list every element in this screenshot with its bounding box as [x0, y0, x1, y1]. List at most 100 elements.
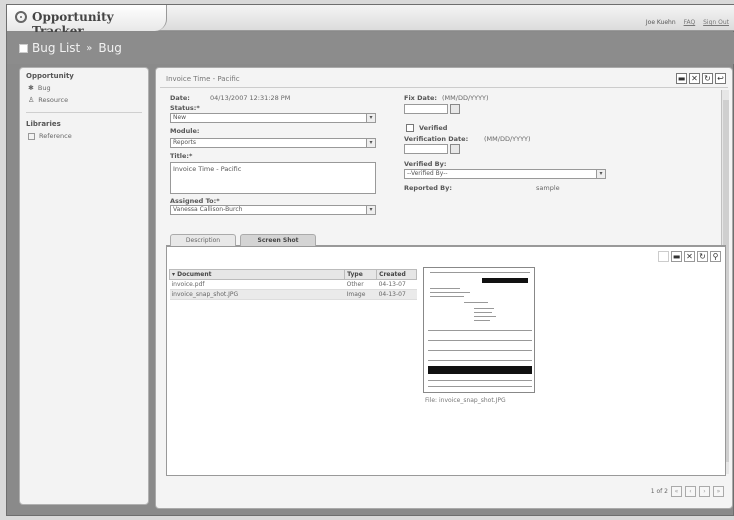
document-type: Image	[344, 289, 377, 300]
sidebar-item-label: Bug	[37, 84, 51, 92]
preview-line	[430, 296, 464, 297]
table-row[interactable]: invoice.pdf Other 04-13-07	[169, 279, 417, 290]
verification-date-hint: (MM/DD/YYYY)	[484, 135, 531, 143]
breadcrumb-separator: »	[86, 42, 93, 54]
detail-tabs: Description Screen Shot	[166, 232, 726, 246]
attachment-toolbar: ▬ ✕ ↻ ⚲	[658, 251, 721, 262]
app-title-tab: Opportunity Tracker	[7, 5, 167, 38]
preview-bar	[482, 278, 512, 283]
sidebar-item-reference[interactable]: Reference	[20, 130, 148, 142]
verification-date-input[interactable]	[404, 144, 448, 154]
date-label: Date:	[170, 94, 190, 102]
sidebar-section-libraries: Libraries	[26, 120, 61, 128]
preview-line	[474, 312, 492, 313]
verified-checkbox[interactable]	[406, 124, 414, 132]
document-type: Other	[344, 279, 377, 290]
attach-icon[interactable]: ⚲	[710, 251, 721, 262]
preview-line	[428, 380, 532, 381]
calendar-icon[interactable]	[450, 144, 460, 154]
delete-icon[interactable]: ✕	[684, 251, 695, 262]
chevron-down-icon: ▾	[366, 139, 375, 147]
fix-date-label: Fix Date:	[404, 94, 438, 102]
status-label: Status:*	[170, 104, 200, 112]
verification-date-label: Verification Date:	[404, 135, 469, 143]
preview-line	[430, 292, 470, 293]
person-icon: ♙	[28, 96, 35, 104]
table-row[interactable]: invoice_snap_shot.JPG Image 04-13-07	[169, 289, 417, 300]
user-links: Joe Kuehn FAQ Sign Out	[640, 19, 729, 26]
preview-line	[464, 302, 488, 303]
title-field[interactable]: Invoice Time - Pacific	[170, 162, 376, 194]
preview-line	[474, 308, 494, 309]
new-icon[interactable]	[658, 251, 669, 262]
document-created: 04-13-07	[376, 289, 417, 300]
panel-footer: 1 of 2 « ‹ › »	[160, 482, 728, 502]
module-select[interactable]: Reports ▾	[170, 138, 376, 148]
preview-line	[430, 288, 460, 289]
verified-by-label: Verified By:	[404, 160, 447, 168]
prev-page-icon[interactable]: ‹	[685, 486, 696, 497]
tab-screen-shot[interactable]: Screen Shot	[240, 234, 316, 246]
preview-bar	[512, 278, 528, 283]
preview-line	[428, 350, 532, 351]
chevron-down-icon: ▾	[596, 170, 605, 178]
document-table: ▾ Document Type Created invoice.pdf Othe…	[168, 269, 417, 300]
preview-line	[474, 316, 496, 317]
next-page-icon[interactable]: ›	[699, 486, 710, 497]
calendar-icon[interactable]	[450, 104, 460, 114]
document-created: 04-13-07	[376, 279, 417, 290]
breadcrumb: Bug List » Bug	[19, 41, 122, 55]
page-count: 1 of 2	[650, 488, 668, 495]
assigned-select[interactable]: Vanessa Callison-Burch ▾	[170, 205, 376, 215]
panel-toolbar: ▬ ✕ ↻ ↩	[676, 73, 726, 84]
breadcrumb-root[interactable]: Bug List	[32, 41, 80, 55]
bug-detail-panel: Invoice Time - Pacific ▬ ✕ ↻ ↩ Date: 04/…	[155, 67, 733, 509]
sign-out-link[interactable]: Sign Out	[703, 19, 729, 26]
sidebar: Opportunity ✱ Bug ♙ Resource Libraries R…	[19, 67, 149, 505]
column-type[interactable]: Type	[344, 269, 378, 280]
assigned-value: Vanessa Callison-Burch	[173, 206, 243, 213]
breadcrumb-current: Bug	[98, 41, 122, 55]
column-document[interactable]: ▾ Document	[168, 269, 346, 280]
save-icon[interactable]: ▬	[671, 251, 682, 262]
first-page-icon[interactable]: «	[671, 486, 682, 497]
refresh-icon[interactable]: ↻	[702, 73, 713, 84]
tab-description[interactable]: Description	[170, 234, 236, 246]
preview-line	[428, 340, 532, 341]
app-logo-icon	[15, 11, 27, 23]
fix-date-input[interactable]	[404, 104, 448, 114]
preview-line	[428, 360, 532, 361]
screen-shot-content: ▬ ✕ ↻ ⚲ ▾ Document Type Created invoice.…	[166, 246, 726, 476]
screenshot-preview-image	[423, 267, 535, 393]
reported-by-value: sample	[536, 184, 560, 192]
status-value: New	[173, 114, 187, 121]
preview-line	[474, 320, 490, 321]
preview-line	[430, 272, 530, 273]
pager: 1 of 2 « ‹ › »	[651, 486, 724, 497]
sidebar-item-bug[interactable]: ✱ Bug	[20, 82, 148, 94]
sidebar-section-opportunity: Opportunity	[26, 72, 74, 80]
back-icon[interactable]: ↩	[715, 73, 726, 84]
sidebar-item-resource[interactable]: ♙ Resource	[20, 94, 148, 106]
panel-header: Invoice Time - Pacific ▬ ✕ ↻ ↩	[160, 72, 728, 88]
verified-by-value: --Verified By--	[407, 170, 448, 177]
status-select[interactable]: New ▾	[170, 113, 376, 123]
document-name: invoice_snap_shot.JPG	[169, 289, 345, 300]
save-icon[interactable]: ▬	[676, 73, 687, 84]
bug-icon: ✱	[28, 84, 34, 92]
column-created[interactable]: Created	[376, 269, 417, 280]
chevron-down-icon: ▾	[366, 206, 375, 214]
reported-by-label: Reported By:	[404, 184, 452, 192]
assigned-label: Assigned To:*	[170, 197, 220, 205]
faq-link[interactable]: FAQ	[684, 19, 696, 26]
refresh-icon[interactable]: ↻	[697, 251, 708, 262]
table-header: ▾ Document Type Created	[168, 269, 417, 280]
verified-by-select[interactable]: --Verified By-- ▾	[404, 169, 606, 179]
user-name: Joe Kuehn	[645, 19, 676, 26]
sidebar-divider	[26, 112, 142, 113]
close-icon[interactable]: ✕	[689, 73, 700, 84]
title-label: Title:*	[170, 152, 193, 160]
last-page-icon[interactable]: »	[713, 486, 724, 497]
verified-label: Verified	[419, 124, 448, 132]
chevron-down-icon: ▾	[366, 114, 375, 122]
